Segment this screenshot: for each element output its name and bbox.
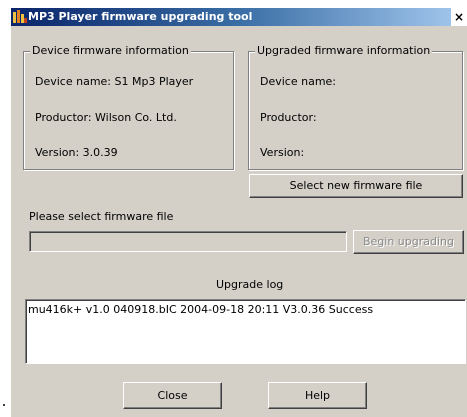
upgraded-productor-label: Productor: (260, 111, 317, 124)
upgrade-log-label: Upgrade log (216, 278, 284, 291)
close-icon[interactable]: × (451, 8, 467, 26)
upgraded-info-legend: Upgraded firmware information (255, 44, 433, 57)
device-info-legend: Device firmware information (30, 44, 191, 57)
stray-dot (3, 404, 5, 406)
app-window: MP3 Player firmware upgrading tool × Dev… (11, 8, 467, 417)
log-entry: mu416k+ v1.0 040918.bIC 2004-09-18 20:11… (28, 303, 374, 316)
help-button[interactable]: Help (268, 382, 367, 409)
select-file-label: Please select firmware file (29, 210, 174, 223)
upgraded-info-group: Upgraded firmware information Device nam… (248, 44, 463, 170)
device-name-label: Device name: S1 Mp3 Player (35, 75, 194, 88)
upgraded-device-name-label: Device name: (260, 75, 337, 88)
select-firmware-button[interactable]: Select new firmware file (249, 174, 463, 198)
firmware-file-field[interactable] (29, 231, 347, 252)
app-icon (13, 10, 27, 24)
upgrade-log-box[interactable]: mu416k+ v1.0 040918.bIC 2004-09-18 20:11… (25, 299, 466, 364)
title-bar[interactable]: MP3 Player firmware upgrading tool × (11, 8, 467, 26)
device-info-group: Device firmware information Device name:… (23, 44, 234, 170)
upgraded-version-label: Version: (260, 146, 305, 159)
close-button[interactable]: Close (123, 382, 222, 409)
productor-label: Productor: Wilson Co. Ltd. (35, 111, 177, 124)
window-title: MP3 Player firmware upgrading tool (28, 10, 253, 23)
begin-upgrading-button[interactable]: Begin upgrading (353, 230, 464, 254)
version-label: Version: 3.0.39 (35, 146, 118, 159)
